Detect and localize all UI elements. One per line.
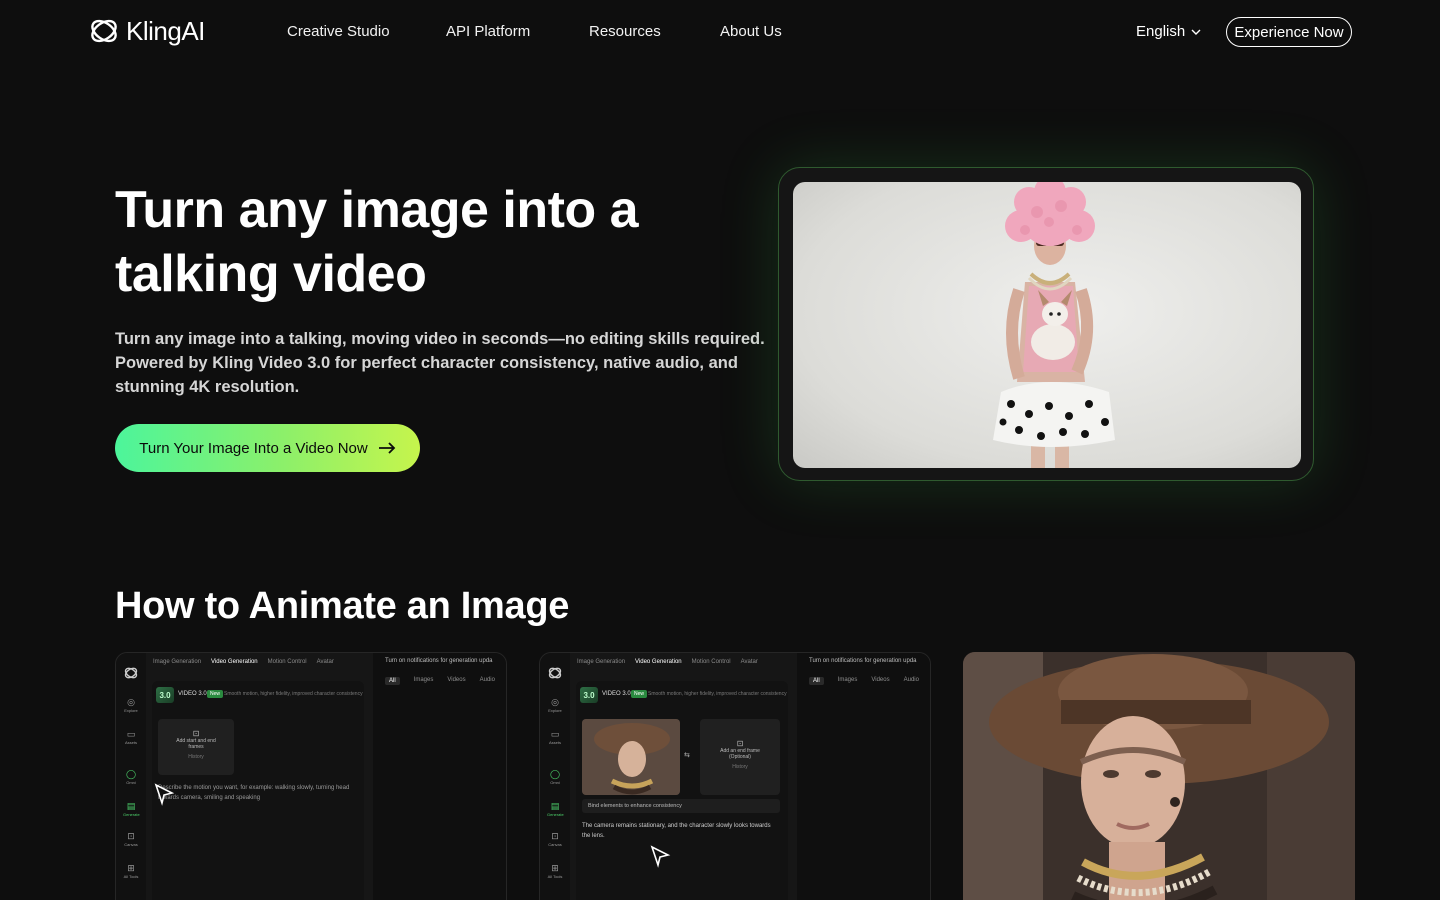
upload-hint: History [188, 754, 204, 760]
start-frame-thumbnail [582, 719, 680, 795]
tab-motion-control[interactable]: Motion Control [692, 659, 731, 665]
swap-icon[interactable]: ⇆ [684, 751, 694, 761]
language-label: English [1136, 23, 1186, 40]
bind-elements-bar[interactable]: Bind elements to enhance consistency [582, 799, 780, 813]
tab-video-generation[interactable]: Video Generation [211, 659, 258, 665]
upload-icon: ⊡ [192, 729, 200, 738]
hero-video-preview[interactable] [793, 182, 1301, 468]
sidebar-item-canvas[interactable]: ⊡ Canvas [123, 831, 139, 847]
results-tab-images[interactable]: Images [414, 677, 434, 685]
chevron-down-icon [1191, 29, 1201, 35]
nav-link-api-platform[interactable]: API Platform [446, 23, 530, 40]
brand-name: KlingAI [126, 15, 205, 46]
new-tag: New [207, 690, 224, 698]
tab-avatar[interactable]: Avatar [317, 659, 334, 665]
model-badge: 3.0 [156, 687, 174, 703]
results-tab-all[interactable]: All [385, 677, 400, 685]
sidebar-item-explore[interactable]: ◎ Explore [547, 697, 563, 713]
results-tabs: All Images Videos Audio [385, 677, 495, 685]
how-step-card-1[interactable]: ◎ Explore ▭ Assets ◯ Omni ▤ Generate ⊡ Canvas… [115, 652, 507, 900]
tab-motion-control[interactable]: Motion Control [268, 659, 307, 665]
generation-panel: 3.0 VIDEO 3.0 New Smooth motion, higher … [152, 681, 364, 900]
results-tab-videos[interactable]: Videos [447, 677, 465, 685]
how-step-card-3[interactable] [963, 652, 1355, 900]
language-selector[interactable]: English [1136, 23, 1201, 40]
end-frame-label: Add an end frame (Optional) [720, 748, 760, 760]
model-badge: 3.0 [580, 687, 598, 703]
hero-cta-button[interactable]: Turn Your Image Into a Video Now [115, 424, 420, 472]
hero-title: Turn any image into a talking video [115, 181, 639, 303]
app-tabs: Image Generation Video Generation Motion… [153, 659, 334, 665]
tab-video-generation[interactable]: Video Generation [635, 659, 682, 665]
hero-model-image [993, 182, 1115, 468]
results-tabs: All Images Videos Audio [809, 677, 919, 685]
experience-now-button[interactable]: Experience Now [1226, 17, 1352, 47]
uploaded-start-frame[interactable] [582, 719, 680, 795]
upload-hint: History [732, 764, 748, 770]
tab-image-generation[interactable]: Image Generation [153, 659, 201, 665]
kling-logo-icon [91, 19, 117, 43]
model-name[interactable]: VIDEO 3.0 [178, 691, 207, 697]
how-to-title: How to Animate an Image [115, 585, 570, 627]
sidebar-item-omni[interactable]: ◯ Omni [123, 769, 139, 785]
notification-banner[interactable]: Turn on notifications for generation upd… [809, 658, 917, 664]
upload-end-frame-box[interactable]: ⊡ Add an end frame (Optional) History [700, 719, 780, 795]
top-nav: KlingAI Creative Studio API Platform Res… [0, 0, 1428, 64]
results-tab-videos[interactable]: Videos [871, 677, 889, 685]
results-panel: Turn on notifications for generation upd… [797, 653, 930, 900]
new-tag: New [631, 690, 648, 698]
results-tab-audio[interactable]: Audio [480, 677, 495, 685]
result-portrait-image [963, 652, 1355, 900]
sidebar-item-explore[interactable]: ◎ Explore [123, 697, 139, 713]
tab-image-generation[interactable]: Image Generation [577, 659, 625, 665]
nav-link-resources[interactable]: Resources [589, 23, 661, 40]
sidebar-item-canvas[interactable]: ⊡ Canvas [547, 831, 563, 847]
sidebar-item-generate[interactable]: ▤ Generate [123, 801, 140, 817]
how-step-card-2[interactable]: ◎ Explore ▭ Assets ◯ Omni ▤ Generate ⊡ Canvas… [539, 652, 931, 900]
nav-link-creative-studio[interactable]: Creative Studio [287, 23, 390, 40]
results-tab-images[interactable]: Images [838, 677, 858, 685]
app-tabs: Image Generation Video Generation Motion… [577, 659, 758, 665]
app-sidebar: ◎ Explore ▭ Assets ◯ Omni ▤ Generate ⊡ Canvas… [540, 653, 570, 900]
model-name[interactable]: VIDEO 3.0 [602, 691, 631, 697]
brand-logo[interactable]: KlingAI [88, 14, 205, 48]
hero-media-frame [778, 167, 1314, 481]
prompt-input[interactable]: The camera remains stationary, and the c… [582, 821, 780, 841]
tab-avatar[interactable]: Avatar [741, 659, 758, 665]
prompt-input[interactable]: Describe the motion you want, for exampl… [158, 783, 358, 803]
sidebar-item-generate[interactable]: ▤ Generate [547, 801, 564, 817]
sidebar-item-assets[interactable]: ▭ Assets [123, 729, 139, 745]
upload-icon: ⊡ [736, 739, 744, 748]
notification-banner[interactable]: Turn on notifications for generation upd… [385, 658, 493, 664]
hero-cta-label: Turn Your Image Into a Video Now [139, 439, 368, 457]
sidebar-item-assets[interactable]: ▭ Assets [547, 729, 563, 745]
upload-label: Add start and end frames [176, 738, 216, 750]
results-tab-all[interactable]: All [809, 677, 824, 685]
sidebar-item-all-tools[interactable]: ⊞ All Tools [547, 863, 563, 879]
arrow-right-icon [378, 442, 396, 454]
results-tab-audio[interactable]: Audio [904, 677, 919, 685]
hero-description: Turn any image into a talking, moving vi… [115, 330, 765, 396]
kling-logo-icon [548, 667, 562, 679]
sidebar-item-omni[interactable]: ◯ Omni [547, 769, 563, 785]
cursor-arrow-icon [154, 783, 175, 806]
model-subtitle: Smooth motion, higher fidelity, improved… [648, 691, 787, 697]
upload-frames-box[interactable]: ⊡ Add start and end frames History [158, 719, 234, 775]
kling-logo-icon [124, 667, 138, 679]
cursor-arrow-icon [650, 845, 671, 868]
generation-panel: 3.0 VIDEO 3.0 New Smooth motion, higher … [576, 681, 788, 900]
bind-elements-label: Bind elements to enhance consistency [588, 803, 682, 809]
results-panel: Turn on notifications for generation upd… [373, 653, 506, 900]
nav-link-about-us[interactable]: About Us [720, 23, 782, 40]
app-sidebar: ◎ Explore ▭ Assets ◯ Omni ▤ Generate ⊡ Canvas… [116, 653, 146, 900]
model-subtitle: Smooth motion, higher fidelity, improved… [224, 691, 363, 697]
sidebar-item-all-tools[interactable]: ⊞ All Tools [123, 863, 139, 879]
